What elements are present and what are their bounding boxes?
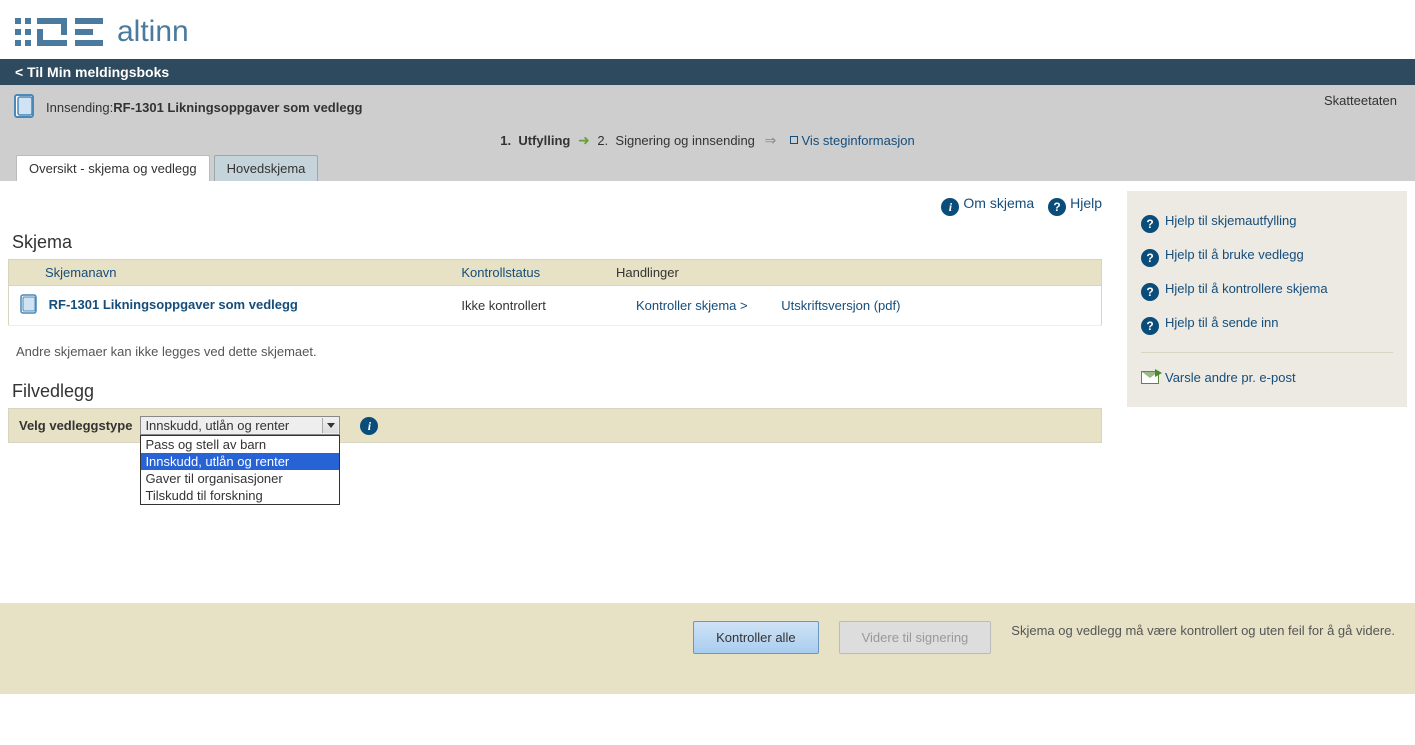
chevron-down-icon bbox=[322, 418, 338, 433]
check-all-button[interactable]: Kontroller alle bbox=[693, 621, 819, 654]
attachments-section-title: Filvedlegg bbox=[8, 381, 1102, 402]
tab-main-schema[interactable]: Hovedskjema bbox=[214, 155, 319, 181]
schema-note: Andre skjemaer kan ikke legges ved dette… bbox=[8, 326, 1102, 377]
back-link[interactable]: < Til Min meldingsboks bbox=[15, 64, 169, 80]
help-sidebar: ?Hjelp til skjemautfylling ?Hjelp til å … bbox=[1127, 191, 1407, 407]
help-attach-link[interactable]: ?Hjelp til å bruke vedlegg bbox=[1141, 247, 1304, 262]
info-icon[interactable]: i bbox=[360, 417, 378, 435]
tab-bar: Oversikt - skjema og vedlegg Hovedskjema bbox=[12, 155, 1403, 181]
help-link[interactable]: ?Hjelp bbox=[1048, 195, 1102, 211]
table-row: RF-1301 Likningsoppgaver som vedlegg Ikk… bbox=[9, 286, 1102, 326]
logo-mark-icon bbox=[15, 16, 105, 48]
help-icon: ? bbox=[1048, 198, 1066, 216]
footer-note: Skjema og vedlegg må være kontrollert og… bbox=[1011, 621, 1395, 641]
col-schema-name[interactable]: Skjemanavn bbox=[9, 260, 452, 286]
arrow-right-icon: ➜ bbox=[578, 132, 590, 148]
main-content: iOm skjema ?Hjelp Skjema Skjemanavn Kont… bbox=[8, 191, 1102, 443]
back-link-label: Til Min meldingsboks bbox=[27, 64, 169, 80]
top-links: iOm skjema ?Hjelp bbox=[8, 191, 1102, 228]
dropdown-option[interactable]: Tilskudd til forskning bbox=[141, 487, 339, 504]
help-send-link[interactable]: ?Hjelp til å sende inn bbox=[1141, 315, 1278, 330]
check-schema-link[interactable]: Kontroller skjema > bbox=[636, 298, 748, 313]
help-icon: ? bbox=[1141, 215, 1159, 233]
schema-name-link[interactable]: RF-1301 Likningsoppgaver som vedlegg bbox=[49, 297, 298, 312]
schema-section-title: Skjema bbox=[8, 232, 1102, 253]
altinn-logo: altinn bbox=[15, 15, 1400, 49]
attachment-type-dropdown: Pass og stell av barn Innskudd, utlån og… bbox=[140, 435, 340, 505]
arrow-right-icon: ⇒ bbox=[765, 132, 777, 148]
back-navbar: < Til Min meldingsboks bbox=[0, 59, 1415, 85]
help-icon: ? bbox=[1141, 249, 1159, 267]
step-indicator: 1. Utfylling ➜ 2. Signering og innsendin… bbox=[12, 122, 1403, 155]
title-prefix: Innsending: bbox=[46, 100, 113, 115]
tab-overview[interactable]: Oversikt - skjema og vedlegg bbox=[16, 155, 210, 181]
dropdown-option[interactable]: Gaver til organisasjoner bbox=[141, 470, 339, 487]
title-area: Innsending:RF-1301 Likningsoppgaver som … bbox=[0, 85, 1415, 181]
control-status-value: Ikke kontrollert bbox=[451, 286, 606, 326]
logo-text: altinn bbox=[117, 15, 189, 49]
footer-bar: Kontroller alle Videre til signering Skj… bbox=[0, 603, 1415, 694]
help-icon: ? bbox=[1141, 283, 1159, 301]
document-icon bbox=[19, 302, 43, 317]
agency-label: Skatteetaten bbox=[1324, 93, 1397, 108]
attachment-type-select[interactable]: Innskudd, utlån og renter Pass og stell … bbox=[140, 416, 340, 435]
step-1: 1. Utfylling bbox=[500, 133, 570, 148]
header: altinn bbox=[0, 0, 1415, 59]
notify-email-link[interactable]: Varsle andre pr. e-post bbox=[1141, 370, 1296, 385]
attachment-type-label: Velg vedleggstype bbox=[19, 418, 132, 433]
show-step-info-link[interactable]: Vis steginformasjon bbox=[790, 133, 915, 148]
dropdown-option[interactable]: Pass og stell av barn bbox=[141, 436, 339, 453]
document-icon bbox=[12, 93, 38, 122]
col-actions: Handlinger bbox=[606, 260, 1102, 286]
title-name: RF-1301 Likningsoppgaver som vedlegg bbox=[113, 100, 362, 115]
help-check-link[interactable]: ?Hjelp til å kontrollere skjema bbox=[1141, 281, 1328, 296]
select-value: Innskudd, utlån og renter bbox=[145, 418, 289, 433]
info-icon: i bbox=[941, 198, 959, 216]
help-icon: ? bbox=[1141, 317, 1159, 335]
dropdown-option[interactable]: Innskudd, utlån og renter bbox=[141, 453, 339, 470]
mail-icon bbox=[1141, 371, 1159, 384]
print-version-link[interactable]: Utskriftsversjon (pdf) bbox=[781, 298, 900, 313]
attachment-type-row: Velg vedleggstype Innskudd, utlån og ren… bbox=[8, 408, 1102, 443]
proceed-signing-button: Videre til signering bbox=[839, 621, 992, 654]
schema-table: Skjemanavn Kontrollstatus Handlinger RF-… bbox=[8, 259, 1102, 326]
help-fill-link[interactable]: ?Hjelp til skjemautfylling bbox=[1141, 213, 1297, 228]
expand-icon bbox=[790, 136, 798, 144]
col-control-status[interactable]: Kontrollstatus bbox=[451, 260, 606, 286]
about-schema-link[interactable]: iOm skjema bbox=[941, 195, 1034, 211]
step-2: 2. Signering og innsending bbox=[597, 133, 755, 148]
submission-title: Innsending:RF-1301 Likningsoppgaver som … bbox=[46, 100, 362, 115]
